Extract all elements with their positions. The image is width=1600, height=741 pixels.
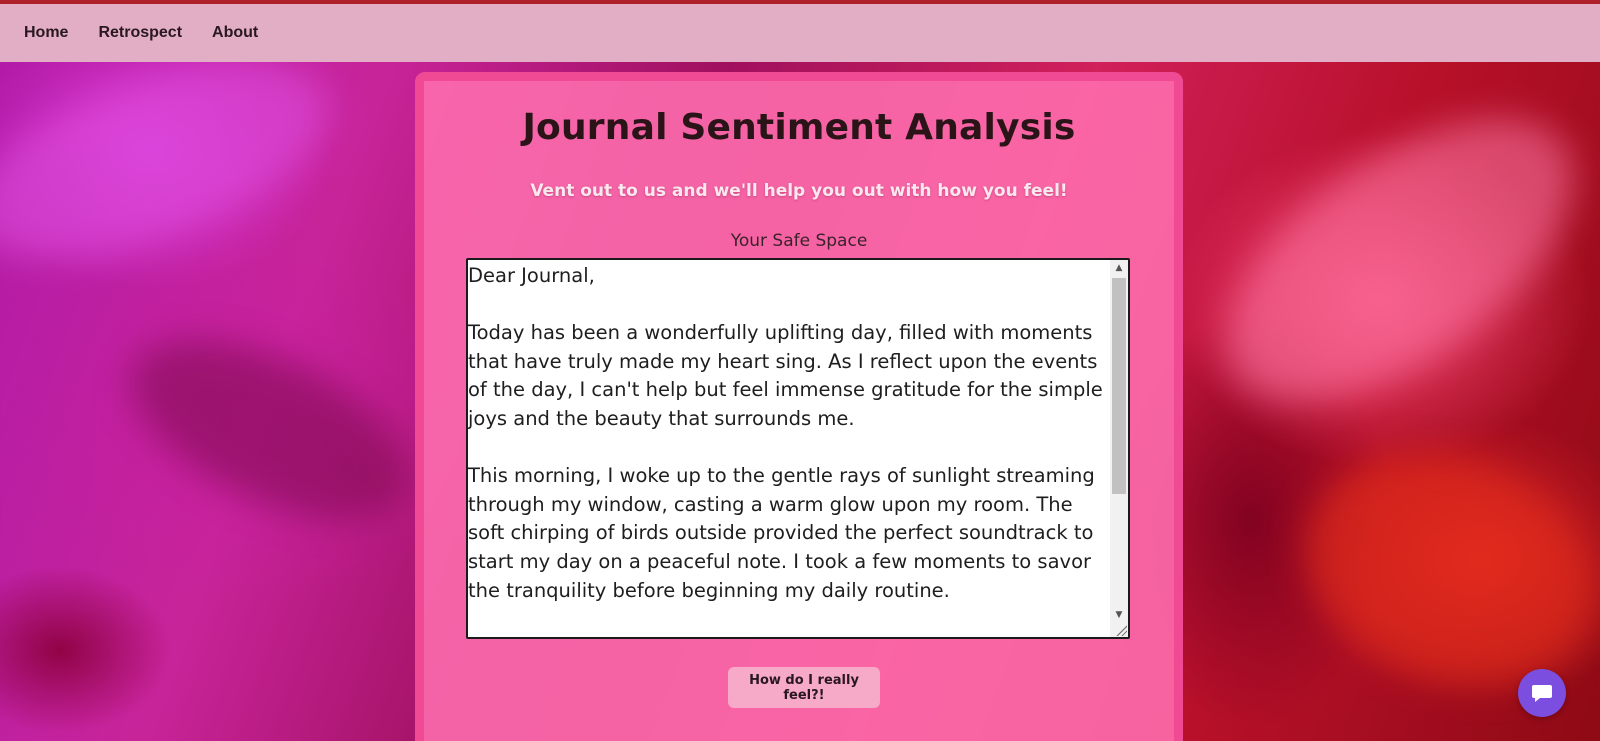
resize-handle-icon[interactable] (1115, 624, 1127, 636)
journal-textarea[interactable]: Dear Journal, Today has been a wonderful… (466, 258, 1130, 639)
journal-text-content[interactable]: Dear Journal, Today has been a wonderful… (468, 260, 1108, 637)
analyze-sentiment-button[interactable]: How do I really feel?! (728, 667, 880, 708)
nav-link-retrospect[interactable]: Retrospect (98, 24, 182, 42)
top-navbar: Home Retrospect About (0, 0, 1600, 62)
journal-scrollbar[interactable]: ▲ ▼ (1110, 260, 1128, 637)
chat-widget-button[interactable] (1518, 669, 1566, 717)
chat-bubble-icon (1532, 685, 1552, 702)
scroll-down-arrow-icon[interactable]: ▼ (1110, 607, 1128, 623)
journal-card: Journal Sentiment Analysis Vent out to u… (415, 72, 1183, 741)
background-decoration (1178, 63, 1600, 457)
nav-link-home[interactable]: Home (24, 24, 68, 42)
background-decoration (104, 303, 436, 557)
scrollbar-thumb[interactable] (1112, 278, 1126, 494)
page-subtitle: Vent out to us and we'll help you out wi… (530, 181, 1068, 201)
nav-link-about[interactable]: About (212, 24, 258, 42)
scroll-up-arrow-icon[interactable]: ▲ (1110, 260, 1128, 276)
page-title: Journal Sentiment Analysis (522, 107, 1076, 148)
journal-input-label: Your Safe Space (730, 231, 868, 251)
